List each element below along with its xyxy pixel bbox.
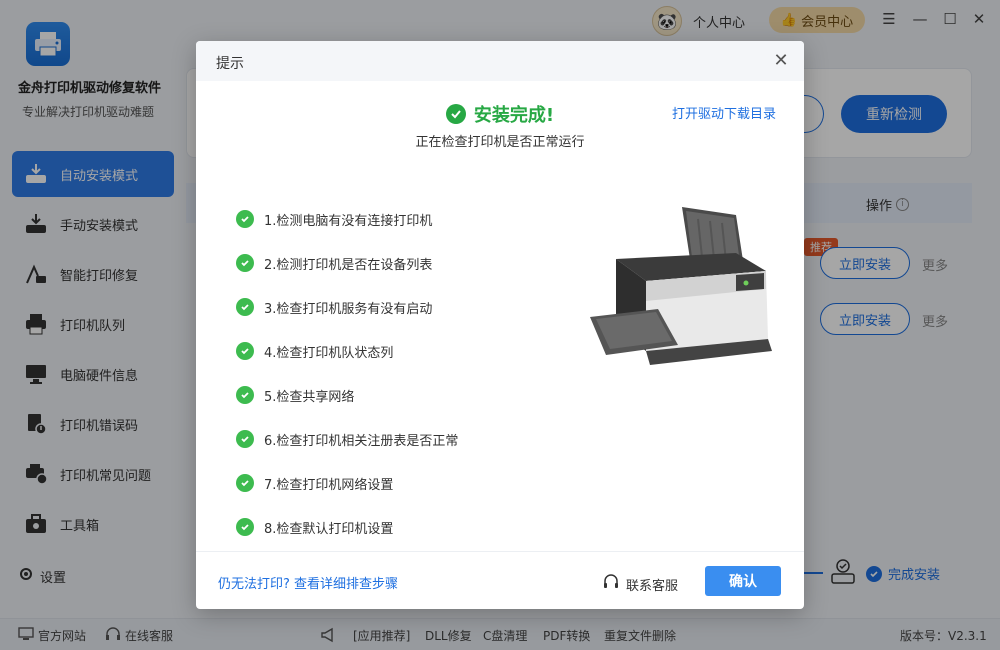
list-item: 5.检查共享网络 [236,373,458,417]
close-icon[interactable]: ✕ [770,50,792,72]
list-item: 1.检测电脑有没有连接打印机 [236,197,458,241]
check-icon [236,298,254,316]
troubleshoot-link[interactable]: 仍无法打印? 查看详细排查步骤 [218,573,398,592]
dialog-divider [196,551,804,552]
check-icon [236,386,254,404]
step-label: 8.检查默认打印机设置 [264,521,394,537]
step-label: 2.检测打印机是否在设备列表 [264,257,433,273]
step-label: 5.检查共享网络 [264,389,355,405]
confirm-button[interactable]: 确认 [705,566,781,596]
step-label: 4.检查打印机队状态列 [264,345,394,361]
check-icon [236,254,254,272]
list-item: 6.检查打印机相关注册表是否正常 [236,417,458,461]
contact-service-button[interactable]: 联系客服 [602,573,678,595]
open-driver-dir-link[interactable]: 打开驱动下载目录 [672,103,776,122]
list-item: 3.检查打印机服务有没有启动 [236,285,458,329]
step-label: 7.检查打印机网络设置 [264,477,394,493]
check-steps-list: 1.检测电脑有没有连接打印机 2.检测打印机是否在设备列表 3.检查打印机服务有… [236,197,458,549]
list-item: 7.检查打印机网络设置 [236,461,458,505]
success-check-icon [445,104,466,124]
check-icon [236,474,254,492]
install-complete-dialog: 提示 ✕ 安装完成! 打开驱动下载目录 正在检查打印机是否正常运行 1.检测电脑… [196,41,804,609]
check-icon [236,210,254,228]
step-label: 3.检查打印机服务有没有启动 [264,301,433,317]
check-icon [236,342,254,360]
list-item: 8.检查默认打印机设置 [236,505,458,549]
list-item: 4.检查打印机队状态列 [236,329,458,373]
success-title: 安装完成! [473,105,555,126]
dialog-header: 提示 ✕ [196,41,804,81]
dialog-title: 提示 [216,56,244,72]
checking-text: 正在检查打印机是否正常运行 [415,135,585,150]
step-label: 6.检查打印机相关注册表是否正常 [264,433,459,449]
printer-illustration [586,201,782,371]
check-icon [236,518,254,536]
headset-icon [602,573,620,595]
contact-service-label: 联系客服 [626,578,679,594]
check-icon [236,430,254,448]
step-label: 1.检测电脑有没有连接打印机 [264,213,433,229]
list-item: 2.检测打印机是否在设备列表 [236,241,458,285]
